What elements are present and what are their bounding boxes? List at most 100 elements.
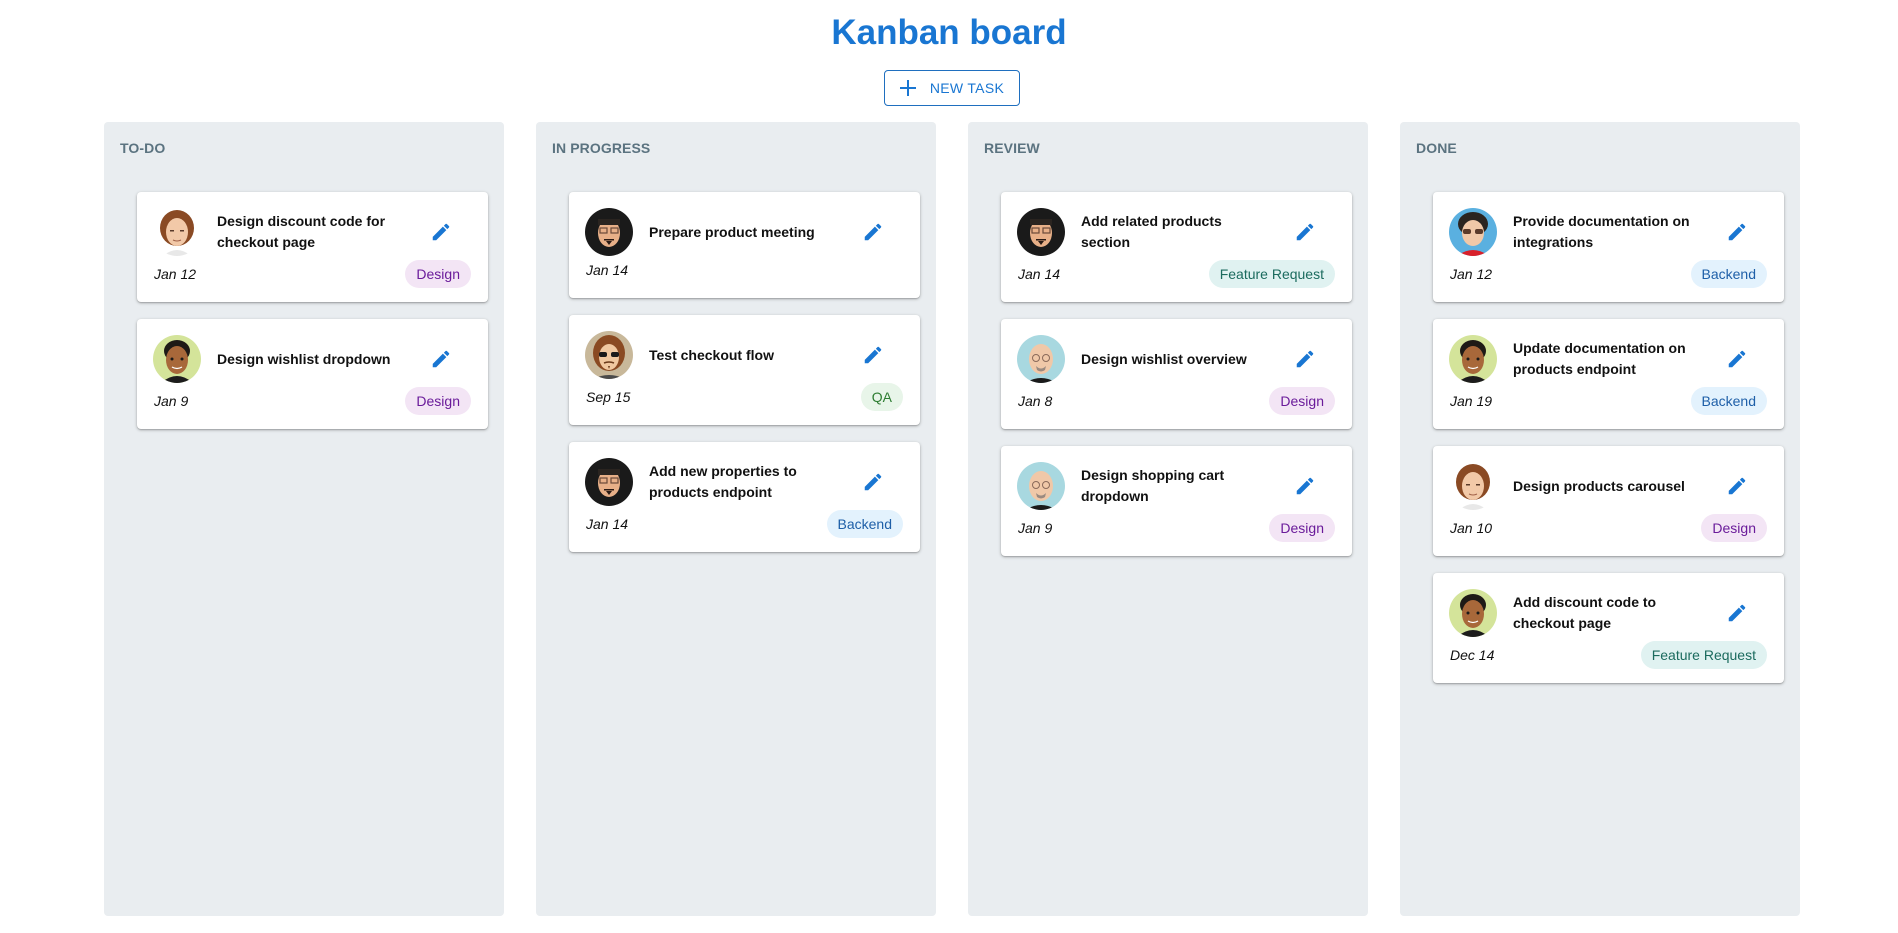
tag-chip: Design xyxy=(405,387,471,415)
due-date: Jan 14 xyxy=(1018,266,1061,282)
card-footer: Jan 9 Design xyxy=(1017,514,1336,542)
pencil-icon xyxy=(430,221,452,243)
pencil-icon xyxy=(1294,475,1316,497)
column-title: REVIEW xyxy=(984,140,1040,156)
card-title: Design discount code for checkout page xyxy=(217,213,386,250)
edit-button[interactable] xyxy=(857,339,889,371)
card-title: Update documentation on products endpoin… xyxy=(1513,340,1686,377)
task-card[interactable]: Design shopping cart dropdown Jan 9 Design xyxy=(1001,446,1352,556)
card-footer: Jan 14 Feature Request xyxy=(1017,260,1336,288)
edit-button[interactable] xyxy=(1289,343,1321,375)
card-footer: Jan 12 Design xyxy=(153,260,472,288)
card-footer: Jan 8 Design xyxy=(1017,387,1336,415)
edit-button[interactable] xyxy=(425,216,457,248)
card-footer: Jan 14 Backend xyxy=(585,510,904,538)
task-card[interactable]: Add new properties to products endpoint J… xyxy=(569,442,920,552)
column-title: DONE xyxy=(1416,140,1457,156)
card-title: Design wishlist dropdown xyxy=(217,350,391,367)
tag-chip: Feature Request xyxy=(1640,641,1767,669)
avatar xyxy=(585,208,633,256)
card-title: Add discount code to checkout page xyxy=(1513,594,1657,631)
avatar xyxy=(1017,462,1065,510)
pencil-icon xyxy=(1294,348,1316,370)
card-title: Prepare product meeting xyxy=(649,223,815,240)
edit-button[interactable] xyxy=(1721,343,1753,375)
kanban-board: TO-DO Design discount code for checkout p… xyxy=(104,122,1800,916)
card-list: Add related products section Jan 14 Featur… xyxy=(1001,192,1352,556)
card-title: Test checkout flow xyxy=(649,346,774,363)
edit-button[interactable] xyxy=(1721,597,1753,629)
card-title: Provide documentation on integrations xyxy=(1513,213,1690,250)
due-date: Sep 15 xyxy=(586,389,631,405)
new-task-button[interactable]: NEW TASK xyxy=(884,70,1020,106)
tag-chip: Feature Request xyxy=(1208,260,1335,288)
new-task-label: NEW TASK xyxy=(929,80,1005,96)
pencil-icon xyxy=(862,344,884,366)
task-card[interactable]: Add related products section Jan 14 Featur… xyxy=(1001,192,1352,302)
card-title: Design wishlist overview xyxy=(1081,350,1247,367)
column-done: DONE Provide documentation on integration… xyxy=(1400,122,1800,916)
edit-button[interactable] xyxy=(857,216,889,248)
avatar xyxy=(153,208,201,256)
card-title: Design products carousel xyxy=(1513,477,1685,494)
pencil-icon xyxy=(862,221,884,243)
due-date: Jan 12 xyxy=(1450,266,1493,282)
task-card[interactable]: Test checkout flow Sep 15 QA xyxy=(569,315,920,425)
edit-button[interactable] xyxy=(857,466,889,498)
due-date: Jan 14 xyxy=(586,262,629,278)
edit-button[interactable] xyxy=(1721,216,1753,248)
card-list: Design discount code for checkout page Ja… xyxy=(137,192,488,429)
due-date: Jan 10 xyxy=(1450,520,1493,536)
task-card[interactable]: Design products carousel Jan 10 Design xyxy=(1433,446,1784,556)
card-footer: Dec 14 Feature Request xyxy=(1449,641,1768,669)
plus-icon xyxy=(899,80,916,96)
due-date: Jan 9 xyxy=(1018,520,1053,536)
column-in-progress: IN PROGRESS Prepare product meeting Jan 14… xyxy=(536,122,936,916)
column-review: REVIEW Add related products section Jan 14… xyxy=(968,122,1368,916)
task-card[interactable]: Add discount code to checkout page Dec 14… xyxy=(1433,573,1784,683)
task-card[interactable]: Design wishlist overview Jan 8 Design xyxy=(1001,319,1352,429)
card-footer: Jan 12 Backend xyxy=(1449,260,1768,288)
edit-button[interactable] xyxy=(1289,216,1321,248)
card-footer: Jan 10 Design xyxy=(1449,514,1768,542)
due-date: Jan 19 xyxy=(1450,393,1493,409)
due-date: Dec 14 xyxy=(1450,647,1495,663)
edit-button[interactable] xyxy=(1289,470,1321,502)
card-footer: Jan 19 Backend xyxy=(1449,387,1768,415)
pencil-icon xyxy=(1726,221,1748,243)
pencil-icon xyxy=(862,471,884,493)
edit-button[interactable] xyxy=(425,343,457,375)
pencil-icon xyxy=(1726,602,1748,624)
avatar xyxy=(153,335,201,383)
due-date: Jan 9 xyxy=(154,393,189,409)
tag-chip: Backend xyxy=(826,510,903,538)
tag-chip: Backend xyxy=(1690,260,1767,288)
card-title: Add new properties to products endpoint xyxy=(649,463,797,500)
task-card[interactable]: Design wishlist dropdown Jan 9 Design xyxy=(137,319,488,429)
due-date: Jan 8 xyxy=(1018,393,1053,409)
page-title: Kanban board xyxy=(831,13,1067,52)
due-date: Jan 12 xyxy=(154,266,197,282)
task-card[interactable]: Prepare product meeting Jan 14 xyxy=(569,192,920,298)
avatar xyxy=(1017,335,1065,383)
card-title: Design shopping cart dropdown xyxy=(1081,467,1225,504)
pencil-icon xyxy=(1726,348,1748,370)
edit-button[interactable] xyxy=(1721,470,1753,502)
due-date: Jan 14 xyxy=(586,516,629,532)
avatar xyxy=(585,331,633,379)
task-card[interactable]: Update documentation on products endpoin… xyxy=(1433,319,1784,429)
tag-chip: Design xyxy=(1269,514,1335,542)
column-to-do: TO-DO Design discount code for checkout p… xyxy=(104,122,504,916)
card-title: Add related products section xyxy=(1081,213,1222,250)
avatar xyxy=(1449,208,1497,256)
card-footer: Jan 9 Design xyxy=(153,387,472,415)
task-card[interactable]: Design discount code for checkout page Ja… xyxy=(137,192,488,302)
tag-chip: QA xyxy=(860,383,903,411)
column-title: IN PROGRESS xyxy=(552,140,651,156)
avatar xyxy=(1449,335,1497,383)
tag-chip: Design xyxy=(1269,387,1335,415)
task-card[interactable]: Provide documentation on integrations Jan… xyxy=(1433,192,1784,302)
column-title: TO-DO xyxy=(120,140,166,156)
avatar xyxy=(1449,462,1497,510)
avatar xyxy=(585,458,633,506)
